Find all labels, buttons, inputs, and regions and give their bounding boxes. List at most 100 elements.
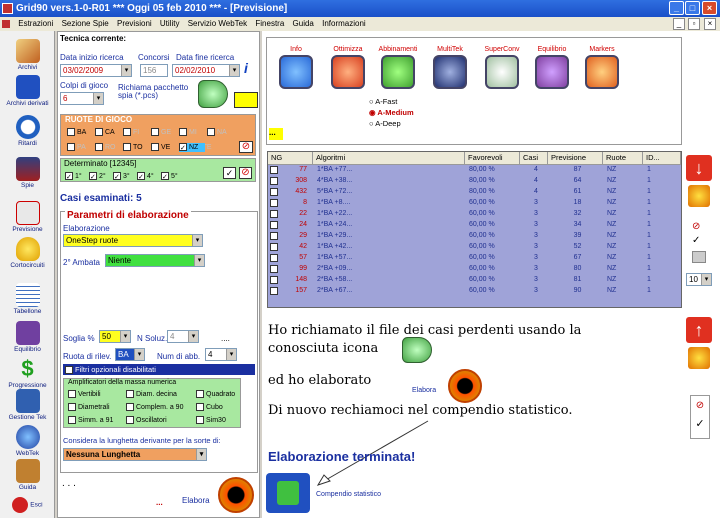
check-icon-2[interactable]: ✓ <box>691 417 709 430</box>
ruota-ve[interactable]: VE <box>151 143 170 152</box>
clear-determinato-icon[interactable]: ⊘ <box>239 167 252 179</box>
ruota-ro[interactable]: RO <box>95 143 116 152</box>
arrow-up-button[interactable]: ↑ <box>686 317 712 343</box>
ruota-ba[interactable]: BA <box>67 128 86 137</box>
sidebar-item-progressione[interactable]: $ Progressione <box>0 357 55 390</box>
radio-fast[interactable]: ○ A-Fast <box>369 96 414 107</box>
col-algoritmi[interactable]: Algoritmi <box>313 152 465 165</box>
module-equilibrio[interactable]: Equilibrio <box>529 46 575 89</box>
close-button[interactable]: × <box>702 1 717 15</box>
elabora-button[interactable] <box>218 477 254 513</box>
menu-utility[interactable]: Utility <box>160 17 180 31</box>
ruota-ca[interactable]: CA <box>95 128 115 137</box>
ampl-quadrato[interactable]: Quadrato <box>196 390 235 399</box>
table-row[interactable]: 432 5*BA +72... 80,00 % 4 61 NZ 1 <box>268 187 681 197</box>
sidebar-item-previsione[interactable]: Previsione <box>0 201 55 233</box>
radio-deep[interactable]: ○ A-Deep <box>369 118 414 129</box>
ruota-nz[interactable]: ✓ NZ <box>179 143 205 152</box>
check-icon[interactable]: ✓ <box>692 235 700 246</box>
data-fine-field[interactable]: 02/02/2010 ▾ <box>172 64 240 77</box>
bucket-icon[interactable] <box>688 185 710 207</box>
colpi-field[interactable]: 6 ▾ <box>60 92 104 105</box>
bucket-icon-2[interactable] <box>688 347 710 369</box>
det-2[interactable]: ✓ 2° <box>89 172 106 181</box>
ampl-sim30[interactable]: Sim30 <box>196 416 226 425</box>
menu-informazioni[interactable]: Informazioni <box>322 17 366 31</box>
sidebar-item-guida[interactable]: Guida <box>0 459 55 491</box>
sidebar-item-esci[interactable]: Esci <box>0 497 55 513</box>
module-superconv[interactable]: SuperConv <box>479 46 525 89</box>
lunghetta-select[interactable]: Nessuna Lunghetta ▾ <box>63 448 207 461</box>
sidebar-item-equilibrio[interactable]: Equilibrio <box>0 321 55 353</box>
menu-estrazioni[interactable]: Estrazioni <box>18 17 53 31</box>
clear-ruote-icon[interactable]: ⊘ <box>239 141 253 153</box>
elaborazione-select[interactable]: OneStep ruote ▾ <box>63 234 203 247</box>
det-3[interactable]: ✓ 3° <box>113 172 130 181</box>
det-4[interactable]: ✓ 4° <box>137 172 154 181</box>
col-favorevoli[interactable]: Favorevoli <box>465 152 520 165</box>
det-5[interactable]: ✓ 5° <box>161 172 178 181</box>
radio-medium[interactable]: ◉ A-Medium <box>369 107 414 118</box>
ruota-rilev-select[interactable]: BA ▾ <box>115 348 145 361</box>
page-spin[interactable]: 10 ▾ <box>686 273 712 286</box>
menu-previsioni[interactable]: Previsioni <box>117 17 152 31</box>
nsoluz-select[interactable]: 4 ▾ <box>167 330 199 343</box>
table-row[interactable]: 77 1*BA +77... 80,00 % 4 87 NZ 1 <box>268 165 681 175</box>
color-swatch[interactable] <box>234 92 258 108</box>
compendio-button[interactable] <box>266 473 310 513</box>
ruota-mi[interactable]: MI <box>179 128 197 137</box>
no-icon-2[interactable]: ⊘ <box>691 400 709 411</box>
menu-finestra[interactable]: Finestra <box>255 17 284 31</box>
ampl-simm-91[interactable]: Simm. a 91 <box>68 416 113 425</box>
col-casi[interactable]: Casi <box>520 152 548 165</box>
ampl-diam-decina[interactable]: Diam. decina <box>126 390 177 399</box>
ruota-ge[interactable]: GE <box>151 128 171 137</box>
table-row[interactable]: 57 1*BA +57... 60,00 % 3 67 NZ 1 <box>268 253 681 263</box>
table-row[interactable]: 29 1*BA +29... 60,00 % 3 39 NZ 1 <box>268 231 681 241</box>
table-row[interactable]: 148 2*BA +58... 60,00 % 3 81 NZ 1 <box>268 275 681 285</box>
menu-guida[interactable]: Guida <box>293 17 314 31</box>
ampl-oscillatori[interactable]: Oscillatori <box>126 416 167 425</box>
table-row[interactable]: 308 4*BA +38... 80,00 % 4 64 NZ 1 <box>268 176 681 186</box>
num-abb-select[interactable]: 4 ▾ <box>205 348 237 361</box>
mdi-restore-button[interactable]: ▫ <box>688 18 700 30</box>
ampl-vertibili[interactable]: Vertibili <box>68 390 101 399</box>
spy-packet-icon[interactable] <box>198 80 228 108</box>
module-info[interactable]: Info <box>273 46 319 89</box>
module-markers[interactable]: Markers <box>579 46 625 89</box>
mdi-minimize-button[interactable]: _ <box>673 18 685 30</box>
no-icon[interactable]: ⊘ <box>692 221 700 232</box>
soglia-select[interactable]: 50 ▾ <box>99 330 131 343</box>
ruota-fi[interactable]: FI <box>123 128 139 137</box>
sidebar-item-spie[interactable]: Spie <box>0 157 55 189</box>
table-row[interactable]: 99 2*BA +09... 60,00 % 3 80 NZ 1 <box>268 264 681 274</box>
ruota-to[interactable]: TO <box>123 143 143 152</box>
ambata-select[interactable]: Niente ▾ <box>105 254 205 267</box>
det-1[interactable]: ✓ 1° <box>65 172 82 181</box>
table-row[interactable]: 22 1*BA +22... 60,00 % 3 32 NZ 1 <box>268 209 681 219</box>
printer-icon[interactable] <box>692 251 706 263</box>
data-inizio-field[interactable]: 03/02/2009 ▾ <box>60 64 132 77</box>
mdi-close-button[interactable]: × <box>704 18 716 30</box>
minimize-button[interactable]: _ <box>669 1 684 15</box>
ampl-diametrali[interactable]: Diametrali <box>68 403 110 412</box>
col-previsione[interactable]: Previsione <box>548 152 603 165</box>
module-ottimizza[interactable]: Ottimizza <box>325 46 371 89</box>
sidebar-item-archivi[interactable]: Archivi <box>0 39 55 71</box>
col-ruote[interactable]: Ruote <box>603 152 643 165</box>
module-multitek[interactable]: MultiTek <box>427 46 473 89</box>
ampl-cubo[interactable]: Cubo <box>196 403 223 412</box>
options-button[interactable]: ... <box>269 128 283 140</box>
menu-sezione-spie[interactable]: Sezione Spie <box>62 17 109 31</box>
table-row[interactable]: 157 2*BA +67... 60,00 % 3 90 NZ 1 <box>268 286 681 296</box>
menu-servizio-webtek[interactable]: Servizio WebTek <box>188 17 247 31</box>
sidebar-item-ritardi[interactable]: Ritardi <box>0 115 55 147</box>
table-row[interactable]: 24 1*BA +24... 60,00 % 3 34 NZ 1 <box>268 220 681 230</box>
sidebar-item-tabellone[interactable]: Tabellone <box>0 283 55 315</box>
filtri-toggle[interactable]: Filtri opzionali disabilitati <box>63 364 255 375</box>
table-row[interactable]: 42 1*BA +42... 60,00 % 3 52 NZ 1 <box>268 242 681 252</box>
maximize-button[interactable]: □ <box>685 1 700 15</box>
sidebar-item-gestione-tek[interactable]: Gestione Tek <box>0 389 55 421</box>
ampl-complem-90[interactable]: Complem. a 90 <box>126 403 183 412</box>
ruota-na[interactable]: NA <box>207 128 227 137</box>
